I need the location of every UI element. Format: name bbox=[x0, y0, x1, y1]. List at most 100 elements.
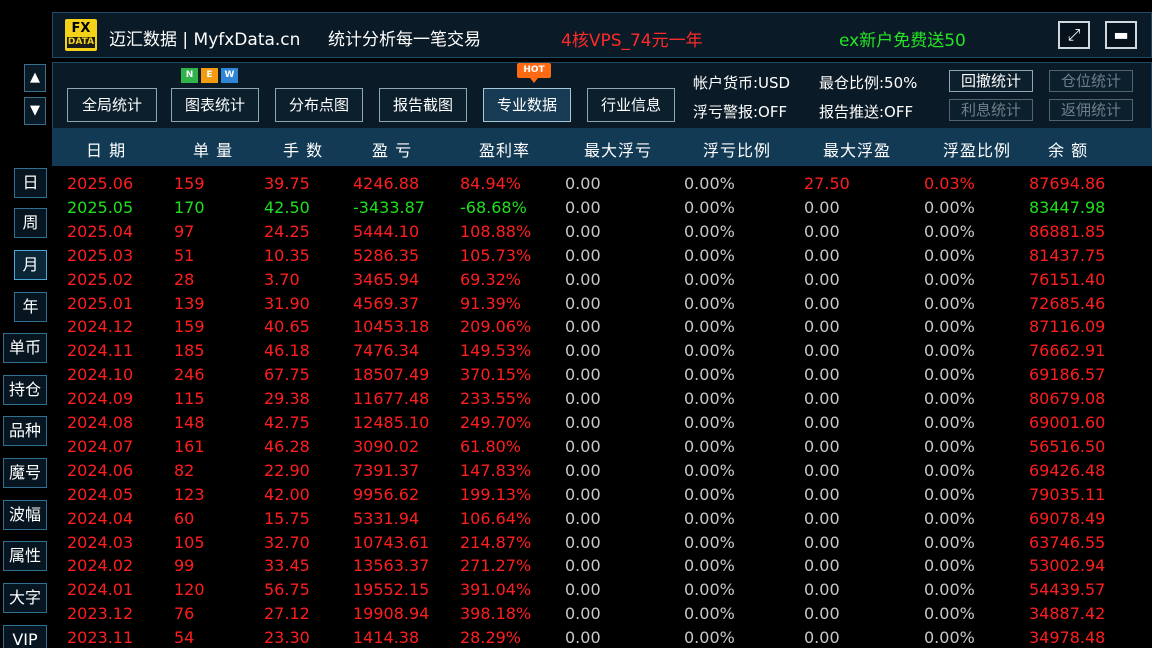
industry-info-button[interactable]: 行业信息 bbox=[587, 88, 675, 122]
table-row[interactable]: 2025.02 28 3.70 3465.94 69.32% 0.00 0.00% 0.00 0… bbox=[52, 268, 1152, 292]
cell-profit: 1414.38 bbox=[353, 628, 420, 648]
table-row[interactable]: 2025.05 170 42.50 -3433.87 -68.68% 0.00 0.00% 0… bbox=[52, 196, 1152, 220]
sidebar-item-day[interactable]: 日 bbox=[14, 168, 47, 198]
cell-order-count: 120 bbox=[174, 580, 205, 600]
minimize-button[interactable]: ▬ bbox=[1105, 21, 1137, 49]
column-header-profit-rate[interactable]: 盈利率 bbox=[479, 137, 530, 161]
sidebar-item-vip[interactable]: VIP bbox=[3, 625, 47, 648]
table-row[interactable]: 2024.12 159 40.65 10453.18 209.06% 0.00 0.00% 0… bbox=[52, 315, 1152, 339]
table-row[interactable]: 2024.03 105 32.70 10743.61 214.87% 0.00 0.00% 0… bbox=[52, 531, 1152, 555]
column-header-float-profit-ratio[interactable]: 浮盈比例 bbox=[943, 137, 1011, 161]
sidebar-item-week[interactable]: 周 bbox=[14, 208, 47, 238]
sidebar-item-month[interactable]: 月 bbox=[14, 250, 47, 280]
cell-balance: 87116.09 bbox=[1029, 317, 1106, 337]
cell-order-count: 123 bbox=[174, 484, 205, 504]
column-header-max-float-loss[interactable]: 最大浮亏 bbox=[584, 137, 652, 161]
table-row[interactable]: 2024.02 99 33.45 13563.37 271.27% 0.00 0.00% 0.… bbox=[52, 554, 1152, 578]
rebate-stats-button[interactable]: 返佣统计 bbox=[1049, 99, 1133, 121]
cell-lots: 10.35 bbox=[264, 245, 310, 265]
cell-max-float-loss: 0.00 bbox=[565, 365, 601, 385]
cell-profit: 13563.37 bbox=[353, 556, 430, 576]
column-header-balance[interactable]: 余 额 bbox=[1048, 137, 1088, 161]
table-row[interactable]: 2024.05 123 42.00 9956.62 199.13% 0.00 0.00% 0.… bbox=[52, 483, 1152, 507]
cell-max-float-profit: 0.00 bbox=[804, 317, 840, 337]
cell-date: 2024.05 bbox=[67, 484, 134, 504]
sidebar-item-single-currency[interactable]: 单币 bbox=[3, 333, 47, 363]
cell-order-count: 246 bbox=[174, 365, 205, 385]
cell-float-profit-ratio: 0.00% bbox=[924, 341, 975, 361]
table-row[interactable]: 2024.10 246 67.75 18507.49 370.15% 0.00 0.00% 0… bbox=[52, 363, 1152, 387]
cell-date: 2024.07 bbox=[67, 436, 134, 456]
position-stats-button[interactable]: 仓位统计 bbox=[1049, 70, 1133, 92]
sidebar-item-volatility[interactable]: 波幅 bbox=[3, 500, 47, 530]
column-header-max-float-profit[interactable]: 最大浮盈 bbox=[823, 137, 891, 161]
cell-float-profit-ratio: 0.00% bbox=[924, 556, 975, 576]
cell-max-float-profit: 0.00 bbox=[804, 341, 840, 361]
table-row[interactable]: 2024.08 148 42.75 12485.10 249.70% 0.00 0.00% 0… bbox=[52, 411, 1152, 435]
cell-lots: 42.50 bbox=[264, 197, 310, 217]
table-row[interactable]: 2023.11 54 23.30 1414.38 28.29% 0.00 0.00% 0.00… bbox=[52, 626, 1152, 648]
table-row[interactable]: 2025.03 51 10.35 5286.35 105.73% 0.00 0.00% 0.0… bbox=[52, 244, 1152, 268]
table-row[interactable]: 2025.06 159 39.75 4246.88 84.94% 0.00 0.00% 27.… bbox=[52, 172, 1152, 196]
float-loss-alert[interactable]: 浮亏警报:OFF bbox=[693, 101, 787, 122]
cell-lots: 40.65 bbox=[264, 317, 310, 337]
sidebar-item-year[interactable]: 年 bbox=[14, 292, 47, 322]
cell-lots: 23.30 bbox=[264, 628, 310, 648]
cell-lots: 15.75 bbox=[264, 508, 310, 528]
cell-lots: 56.75 bbox=[264, 580, 310, 600]
cell-max-float-profit: 0.00 bbox=[804, 508, 840, 528]
table-row[interactable]: 2024.11 185 46.18 7476.34 149.53% 0.00 0.00% 0.… bbox=[52, 339, 1152, 363]
column-header-float-loss-ratio[interactable]: 浮亏比例 bbox=[703, 137, 771, 161]
cell-lots: 42.75 bbox=[264, 413, 310, 432]
scroll-up-button[interactable]: ▲ bbox=[24, 64, 46, 92]
column-header-profit[interactable]: 盈 亏 bbox=[372, 137, 412, 161]
cell-profit-rate: 108.88% bbox=[460, 221, 532, 241]
cell-order-count: 161 bbox=[174, 436, 205, 456]
table-row[interactable]: 2023.12 76 27.12 19908.94 398.18% 0.00 0.00% 0.… bbox=[52, 602, 1152, 626]
cell-order-count: 159 bbox=[174, 317, 205, 337]
column-header-lots[interactable]: 手 数 bbox=[283, 137, 323, 161]
table-row[interactable]: 2024.06 82 22.90 7391.37 147.83% 0.00 0.00% 0.0… bbox=[52, 459, 1152, 483]
table-row[interactable]: 2024.01 120 56.75 19552.15 391.04% 0.00 0.00% 0… bbox=[52, 578, 1152, 602]
app-window: FX DATA 迈汇数据 | MyfxData.cn 统计分析每一笔交易 4核V… bbox=[0, 0, 1152, 648]
cell-balance: 76151.40 bbox=[1029, 269, 1106, 289]
scroll-down-button[interactable]: ▼ bbox=[24, 97, 46, 125]
cell-float-profit-ratio: 0.00% bbox=[924, 460, 975, 480]
vps-promo-link[interactable]: 4核VPS_74元一年 bbox=[561, 26, 703, 51]
cell-lots: 29.38 bbox=[264, 389, 310, 409]
cell-balance: 83447.98 bbox=[1029, 197, 1106, 217]
cell-profit: 4569.37 bbox=[353, 293, 420, 313]
logo-top-text: FX bbox=[71, 21, 91, 36]
sidebar-item-attribute[interactable]: 属性 bbox=[3, 541, 47, 571]
interest-stats-button[interactable]: 利息统计 bbox=[949, 99, 1033, 121]
cell-date: 2024.04 bbox=[67, 508, 134, 528]
report-push-status[interactable]: 报告推送:OFF bbox=[819, 101, 913, 122]
cell-float-loss-ratio: 0.00% bbox=[684, 508, 735, 528]
account-currency: 帐户货币:USD bbox=[693, 74, 791, 92]
sidebar-item-holdings[interactable]: 持仓 bbox=[3, 375, 47, 405]
sidebar-item-symbol[interactable]: 品种 bbox=[3, 416, 47, 446]
cell-profit-rate: 370.15% bbox=[460, 365, 532, 385]
chart-stats-button[interactable]: 图表统计 bbox=[171, 88, 259, 122]
report-screenshot-button[interactable]: 报告截图 bbox=[379, 88, 467, 122]
ex-promo-link[interactable]: ex新户免费送50 bbox=[839, 26, 966, 51]
table-row[interactable]: 2024.09 115 29.38 11677.48 233.55% 0.00 0.00% 0… bbox=[52, 387, 1152, 411]
table-row[interactable]: 2025.01 139 31.90 4569.37 91.39% 0.00 0.00% 0.0… bbox=[52, 292, 1152, 316]
table-row[interactable]: 2025.04 97 24.25 5444.10 108.88% 0.00 0.00% 0.0… bbox=[52, 220, 1152, 244]
cell-date: 2025.04 bbox=[67, 221, 134, 241]
cell-float-loss-ratio: 0.00% bbox=[684, 365, 735, 385]
drawdown-stats-button[interactable]: 回撤统计 bbox=[949, 70, 1033, 92]
restore-button[interactable]: ⤢ bbox=[1058, 21, 1090, 49]
column-header-order-count[interactable]: 单 量 bbox=[193, 137, 233, 161]
monthly-stats-table: 2025.06 159 39.75 4246.88 84.94% 0.00 0.00% 27.… bbox=[52, 172, 1152, 648]
global-stats-button[interactable]: 全局统计 bbox=[67, 88, 157, 122]
table-row[interactable]: 2024.04 60 15.75 5331.94 106.64% 0.00 0.00% 0.0… bbox=[52, 507, 1152, 531]
distribution-plot-button[interactable]: 分布点图 bbox=[275, 88, 363, 122]
cell-balance: 34978.48 bbox=[1029, 628, 1106, 648]
pro-data-button[interactable]: 专业数据 bbox=[483, 88, 571, 122]
sidebar-item-large-font[interactable]: 大字 bbox=[3, 583, 47, 613]
column-header-date[interactable]: 日 期 bbox=[86, 137, 126, 161]
table-row[interactable]: 2024.07 161 46.28 3090.02 61.80% 0.00 0.00% 0.0… bbox=[52, 435, 1152, 459]
table-header: 日 期 单 量 手 数 盈 亏 盈利率 最大浮亏 浮亏比例 最大浮盈 浮盈比例 余 额 bbox=[52, 128, 1152, 166]
sidebar-item-magic-number[interactable]: 魔号 bbox=[3, 458, 47, 488]
